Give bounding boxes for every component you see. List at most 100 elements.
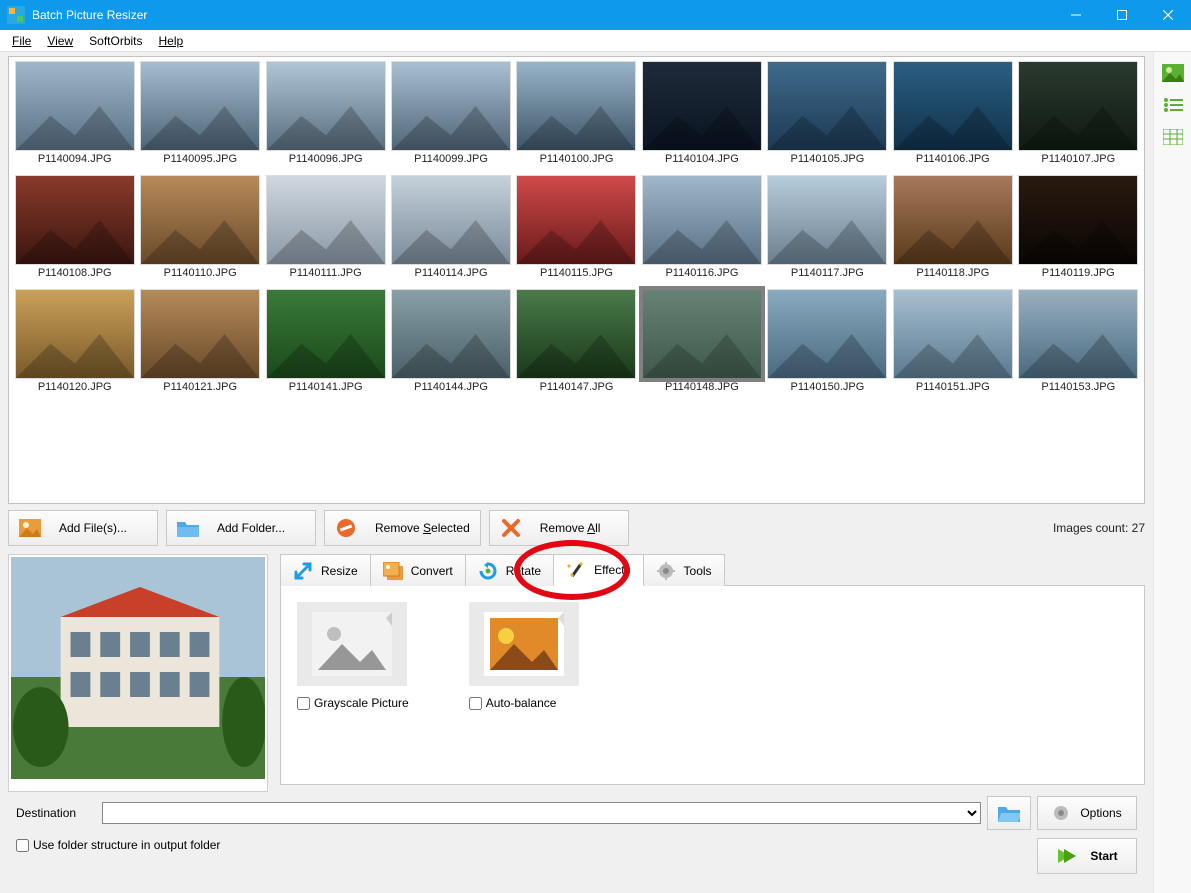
menu-file[interactable]: File (4, 32, 39, 50)
thumbnail-item[interactable]: P1140094.JPG (13, 61, 136, 173)
thumbnail-item[interactable]: P1140114.JPG (389, 175, 512, 287)
preview-panel (8, 554, 268, 792)
view-thumbnails-button[interactable] (1161, 62, 1185, 84)
tabs-area: Resize Convert Rotate Effects (280, 554, 1145, 792)
use-folder-structure-checkbox[interactable] (16, 839, 29, 852)
thumbnail-image (893, 175, 1013, 265)
use-folder-structure-label: Use folder structure in output folder (33, 838, 220, 852)
thumbnail-item[interactable]: P1140151.JPG (891, 289, 1014, 401)
thumbnail-image (642, 61, 762, 151)
start-button[interactable]: Start (1037, 838, 1137, 874)
thumbnail-filename: P1140118.JPG (916, 267, 989, 287)
tab-tools[interactable]: Tools (643, 554, 725, 586)
gear-icon (1052, 804, 1070, 822)
thumbnail-image (642, 175, 762, 265)
thumbnail-filename: P1140100.JPG (540, 153, 614, 173)
thumbnail-item[interactable]: P1140120.JPG (13, 289, 136, 401)
thumbnail-image (140, 289, 260, 379)
thumbnail-item[interactable]: P1140141.JPG (264, 289, 387, 401)
thumbnail-item[interactable]: P1140104.JPG (640, 61, 763, 173)
thumbnail-item[interactable]: P1140144.JPG (389, 289, 512, 401)
tab-convert[interactable]: Convert (370, 554, 466, 586)
view-list-button[interactable] (1161, 94, 1185, 116)
thumbnail-filename: P1140120.JPG (38, 381, 112, 401)
tab-resize[interactable]: Resize (280, 554, 371, 586)
add-folder-button[interactable]: Add Folder... (166, 510, 316, 546)
add-files-button[interactable]: Add File(s)... (8, 510, 158, 546)
thumbnail-item[interactable]: P1140095.JPG (138, 61, 261, 173)
thumbnail-image (893, 61, 1013, 151)
thumbnail-item[interactable]: P1140116.JPG (640, 175, 763, 287)
thumbnail-item[interactable]: P1140106.JPG (891, 61, 1014, 173)
tools-icon (656, 561, 676, 581)
menu-softorbits[interactable]: SoftOrbits (81, 32, 150, 50)
thumbnail-item[interactable]: P1140108.JPG (13, 175, 136, 287)
thumbnail-item[interactable]: P1140105.JPG (766, 61, 889, 173)
autobalance-preview-icon (469, 602, 579, 686)
thumbnail-item[interactable]: P1140150.JPG (766, 289, 889, 401)
tab-effects[interactable]: Effects (553, 554, 643, 586)
thumbnail-item[interactable]: P1140107.JPG (1017, 61, 1140, 173)
thumbnail-item[interactable]: P1140119.JPG (1017, 175, 1140, 287)
tab-rotate[interactable]: Rotate (465, 554, 554, 586)
grayscale-checkbox-label[interactable]: Grayscale Picture (297, 696, 409, 710)
picture-icon (19, 517, 41, 539)
autobalance-checkbox[interactable] (469, 697, 482, 710)
view-sidebar (1153, 52, 1191, 893)
thumbnail-item[interactable]: P1140111.JPG (264, 175, 387, 287)
options-button[interactable]: Options (1037, 796, 1137, 830)
thumbnail-item[interactable]: P1140100.JPG (515, 61, 638, 173)
menu-view[interactable]: View (39, 32, 81, 50)
folder-icon (177, 517, 199, 539)
thumbnail-filename: P1140117.JPG (791, 267, 864, 287)
thumbnail-filename: P1140150.JPG (790, 381, 864, 401)
thumbnail-image (767, 289, 887, 379)
thumbnail-image (767, 175, 887, 265)
thumbnail-filename: P1140108.JPG (38, 267, 112, 287)
thumbnail-image (1018, 61, 1138, 151)
thumbnail-item[interactable]: P1140118.JPG (891, 175, 1014, 287)
thumbnail-item[interactable]: P1140148.JPG (640, 289, 763, 401)
thumbnail-item[interactable]: P1140096.JPG (264, 61, 387, 173)
destination-combobox[interactable] (102, 802, 981, 824)
thumbnail-item[interactable]: P1140153.JPG (1017, 289, 1140, 401)
effects-tab-body: Grayscale Picture Auto-balance (280, 585, 1145, 785)
thumbnail-filename: P1140141.JPG (289, 381, 363, 401)
thumbnail-filename: P1140106.JPG (916, 153, 990, 173)
thumbnail-item[interactable]: P1140117.JPG (766, 175, 889, 287)
remove-icon (335, 517, 357, 539)
close-button[interactable] (1145, 0, 1191, 30)
grayscale-checkbox[interactable] (297, 697, 310, 710)
thumbnail-filename: P1140121.JPG (163, 381, 237, 401)
thumbnail-image (140, 175, 260, 265)
add-folder-label: Add Folder... (217, 521, 285, 535)
thumbnail-panel: P1140094.JPG P1140095.JPG P1140096.JPG P114… (8, 56, 1145, 504)
remove-selected-button[interactable]: Remove Selected (324, 510, 481, 546)
effect-grayscale: Grayscale Picture (297, 602, 409, 768)
thumbnail-filename: P1140105.JPG (790, 153, 864, 173)
preview-image (11, 557, 265, 779)
thumbnail-filename: P1140147.JPG (540, 381, 614, 401)
view-details-button[interactable] (1161, 126, 1185, 148)
destination-label: Destination (16, 806, 96, 820)
maximize-button[interactable] (1099, 0, 1145, 30)
browse-destination-button[interactable] (987, 796, 1031, 830)
thumbnail-image (266, 289, 386, 379)
thumbnail-item[interactable]: P1140121.JPG (138, 289, 261, 401)
remove-all-button[interactable]: Remove All (489, 510, 629, 546)
play-icon (1056, 847, 1076, 865)
thumbnail-filename: P1140095.JPG (163, 153, 237, 173)
thumbnail-image (15, 289, 135, 379)
thumbnail-item[interactable]: P1140115.JPG (515, 175, 638, 287)
thumbnail-item[interactable]: P1140147.JPG (515, 289, 638, 401)
minimize-button[interactable] (1053, 0, 1099, 30)
thumbnail-item[interactable]: P1140110.JPG (138, 175, 261, 287)
grayscale-preview-icon (297, 602, 407, 686)
thumbnail-filename: P1140111.JPG (290, 267, 362, 287)
autobalance-checkbox-label[interactable]: Auto-balance (469, 696, 579, 710)
menu-help[interactable]: Help (151, 32, 192, 50)
thumbnail-image (140, 61, 260, 151)
thumbnail-item[interactable]: P1140099.JPG (389, 61, 512, 173)
thumbnail-filename: P1140096.JPG (289, 153, 363, 173)
thumbnail-image (391, 175, 511, 265)
